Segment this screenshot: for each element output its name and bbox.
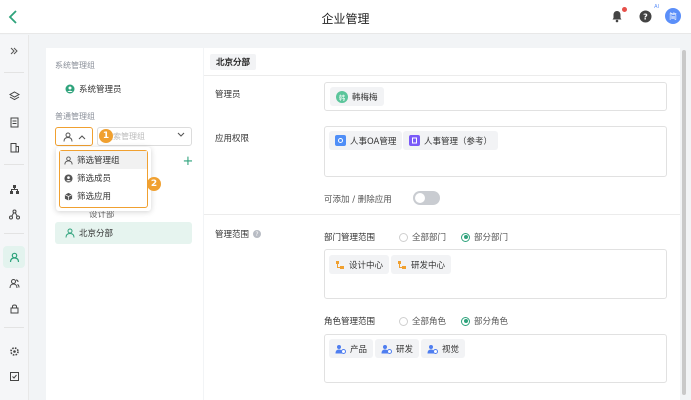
admin-person-icon[interactable]: [3, 246, 25, 268]
role-tag-label: 产品: [350, 344, 368, 355]
notification-dot: [622, 7, 627, 12]
dropdown-highlight-frame: 筛选管理组 筛选成员 筛选应用: [59, 150, 148, 208]
admin-label: 管理员: [215, 90, 241, 100]
filter-type-dropdown: 筛选管理组 筛选成员 筛选应用: [56, 147, 151, 211]
document-icon[interactable]: [3, 111, 25, 133]
person-filter-icon: [63, 132, 72, 142]
add-group-plus-icon[interactable]: +: [182, 155, 194, 169]
filter-type-button[interactable]: [55, 127, 93, 146]
admin-badge-icon: [65, 84, 75, 94]
app-selector[interactable]: 人事OA管理 人事管理（参考）: [324, 126, 667, 177]
role-selector[interactable]: 产品 研发 视觉: [324, 334, 667, 383]
left-rail: [0, 35, 29, 400]
admin-group-panel: 系统管理组 系统管理员 普通管理组 + 设计部 北京分部: [46, 48, 203, 400]
filter-option-label: 筛选成员: [77, 174, 112, 184]
app-permission-label: 应用权限: [215, 134, 250, 144]
person-filled-icon: [64, 173, 73, 183]
user-group-icon[interactable]: [3, 272, 25, 294]
app-hr-ref-icon: [409, 135, 420, 146]
checklist-icon[interactable]: [3, 365, 25, 387]
radio-circle-selected: [461, 232, 470, 242]
role-tag-label: 视觉: [442, 344, 460, 355]
dept-scope-label: 部门管理范围: [324, 233, 376, 243]
radio-partial-roles[interactable]: 部分角色: [461, 315, 508, 327]
role-person-icon: [335, 344, 346, 354]
radio-label: 全部角色: [412, 317, 447, 327]
org-chart-icon[interactable]: [3, 178, 25, 200]
org-tree-icon: [398, 260, 406, 269]
filter-option-members[interactable]: 筛选成员: [60, 169, 147, 187]
dept-selector[interactable]: 设计中心 研发中心: [324, 249, 667, 299]
svg-text:?: ?: [643, 12, 648, 21]
role-scope-label: 角色管理范围: [324, 317, 376, 327]
app-tag-hr-ref[interactable]: 人事管理（参考）: [403, 131, 499, 150]
avatar: 韩: [336, 90, 348, 103]
system-group-title: 系统管理组: [55, 61, 95, 70]
app-tag-label: 人事管理（参考）: [424, 136, 493, 147]
settings-gear-icon[interactable]: [3, 340, 25, 362]
network-icon[interactable]: [3, 203, 25, 225]
page-title: 企业管理: [321, 12, 370, 26]
filter-option-apps[interactable]: 筛选应用: [60, 187, 147, 205]
expand-chevrons-icon[interactable]: [3, 40, 25, 62]
role-tag-visual[interactable]: 视觉: [421, 339, 466, 358]
radio-label: 全部部门: [412, 233, 447, 243]
user-avatar[interactable]: 简: [665, 8, 681, 24]
admin-tag[interactable]: 韩 韩梅梅: [330, 87, 384, 106]
lock-icon[interactable]: [3, 297, 25, 319]
radio-partial-depts[interactable]: 部分部门: [461, 231, 508, 243]
group-detail-panel: 北京分部 管理员 韩 韩梅梅 应用权限 人事OA管理 人事管理（参考） 可添加 …: [204, 48, 680, 400]
group-item-label: 北京分部: [79, 229, 114, 239]
app-tag-label: 人事OA管理: [350, 136, 397, 147]
filter-option-label: 筛选应用: [77, 192, 112, 202]
radio-label: 部分角色: [474, 317, 509, 327]
dept-tag-label: 设计中心: [349, 260, 384, 271]
toggle-label: 可添加 / 删除应用: [324, 195, 392, 205]
group-item-label: 系统管理员: [79, 85, 122, 95]
admin-name: 韩梅梅: [352, 92, 378, 103]
filter-option-groups[interactable]: 筛选管理组: [60, 151, 147, 169]
role-person-icon: [427, 344, 438, 354]
help-ai-icon[interactable]: ? AI: [637, 4, 659, 24]
org-tree-icon: [336, 260, 344, 269]
help-circle-icon[interactable]: ?: [253, 230, 262, 238]
ai-badge: AI: [654, 4, 659, 10]
building-icon[interactable]: [3, 136, 25, 158]
scope-label-text: 管理范围: [215, 230, 250, 240]
role-person-icon: [381, 344, 392, 354]
content-scrollbar[interactable]: [681, 48, 687, 400]
dept-tag-design[interactable]: 设计中心: [329, 255, 390, 274]
radio-label: 部分部门: [474, 233, 509, 243]
dept-tag-label: 研发中心: [411, 260, 446, 271]
detail-title: 北京分部: [210, 54, 257, 70]
role-tag-label: 研发: [396, 344, 414, 355]
radio-circle: [399, 316, 408, 326]
role-tag-product[interactable]: 产品: [329, 339, 374, 358]
person-outline-icon: [64, 155, 73, 165]
app-tag-hr-oa[interactable]: 人事OA管理: [329, 131, 403, 150]
chevron-down-icon: [177, 132, 185, 137]
radio-all-roles[interactable]: 全部角色: [399, 315, 446, 327]
bell-icon[interactable]: [609, 7, 627, 24]
admin-selector[interactable]: 韩 韩梅梅: [324, 82, 667, 111]
top-bar: 企业管理 ? AI 简: [0, 0, 691, 34]
filter-option-label: 筛选管理组: [77, 156, 120, 166]
step-badge-1: 1: [99, 129, 113, 143]
radio-circle: [399, 232, 408, 242]
cube-icon: [64, 192, 73, 201]
role-tag-rnd[interactable]: 研发: [375, 339, 420, 358]
normal-group-title: 普通管理组: [55, 112, 95, 121]
step-badge-2: 2: [147, 177, 161, 191]
app-edit-toggle[interactable]: [413, 191, 440, 205]
dept-tag-rnd[interactable]: 研发中心: [391, 255, 452, 274]
group-item-system-admin[interactable]: 系统管理员: [55, 78, 192, 100]
radio-all-depts[interactable]: 全部部门: [399, 231, 446, 243]
person-icon: [65, 228, 75, 238]
scope-label: 管理范围 ?: [215, 228, 262, 240]
radio-circle-selected: [461, 316, 470, 326]
chevron-up-icon: [78, 134, 85, 139]
layers-icon[interactable]: [3, 85, 25, 107]
group-item-beijing[interactable]: 北京分部: [55, 222, 192, 244]
app-hr-oa-icon: [335, 135, 346, 146]
